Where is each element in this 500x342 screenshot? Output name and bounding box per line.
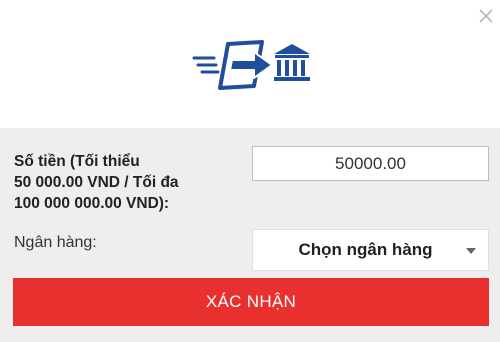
close-icon[interactable] bbox=[476, 6, 496, 26]
amount-label: Số tiền (Tối thiểu 50 000.00 VND / Tối đ… bbox=[14, 151, 234, 214]
amount-label-line: Số tiền (Tối thiểu bbox=[14, 153, 140, 170]
transfer-to-bank-icon bbox=[192, 40, 310, 90]
bank-select[interactable]: Chọn ngân hàng bbox=[252, 229, 489, 271]
deposit-form: Số tiền (Tối thiểu 50 000.00 VND / Tối đ… bbox=[0, 128, 500, 342]
bank-select-value: Chọn ngân hàng bbox=[298, 240, 433, 259]
amount-label-line: 50 000.00 VND / Tối đa bbox=[14, 174, 179, 191]
amount-label-line: 100 000 000.00 VND): bbox=[14, 195, 170, 212]
confirm-button[interactable]: XÁC NHẬN bbox=[13, 278, 489, 326]
amount-input[interactable] bbox=[252, 146, 489, 181]
chevron-down-icon bbox=[466, 248, 476, 254]
bank-label: Ngân hàng: bbox=[14, 234, 97, 251]
deposit-dialog: Số tiền (Tối thiểu 50 000.00 VND / Tối đ… bbox=[0, 0, 500, 342]
